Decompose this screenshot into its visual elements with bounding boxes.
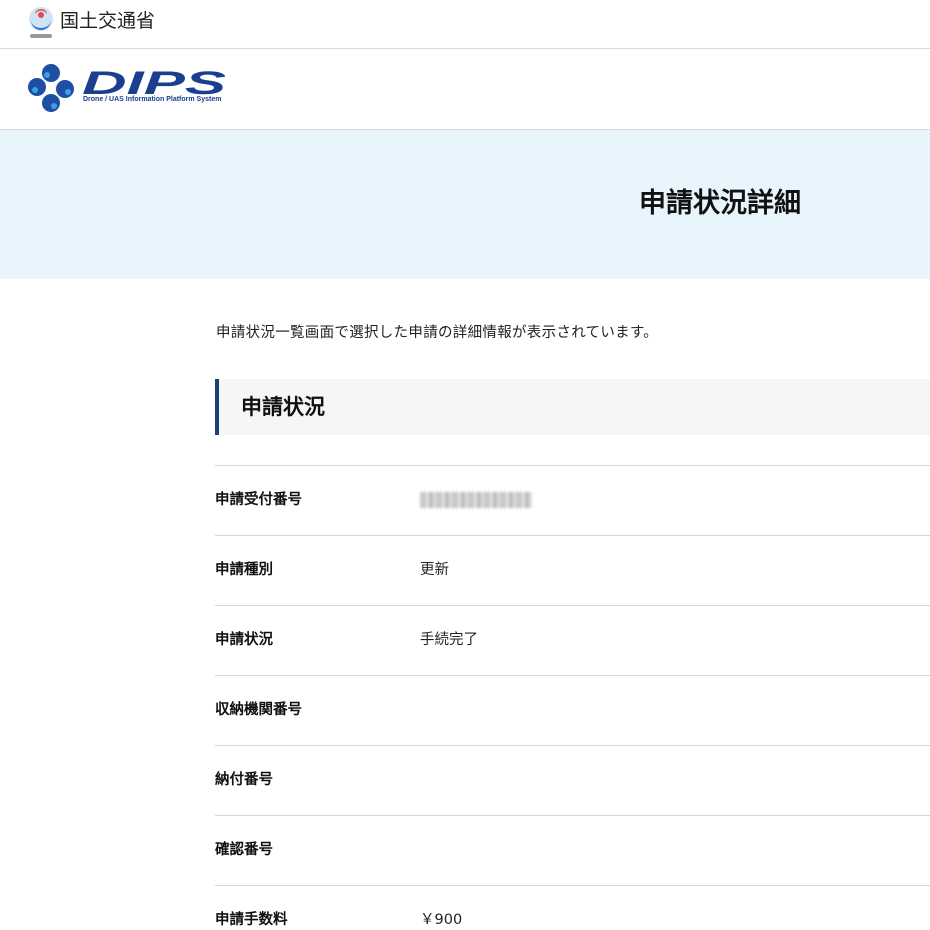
section-heading: 申請状況 [215,379,930,435]
detail-label: 申請状況 [215,632,273,648]
detail-label: 申請手数料 [215,912,288,928]
detail-label: 申請種別 [215,562,273,578]
ministry-name[interactable]: 国土交通省 [60,9,155,33]
ministry-bar: 国土交通省 [0,0,930,49]
intro-text: 申請状況一覧画面で選択した申請の詳細情報が表示されています。 [216,325,659,341]
detail-row-collection-agency-number: 収納機関番号 [215,675,930,745]
dips-tagline: Drone / UAS Information Platform System [83,96,222,103]
detail-row-confirmation-number: 確認番号 [215,815,930,885]
ministry-logo-icon[interactable] [26,6,56,40]
detail-value: 更新 [420,562,449,578]
detail-label: 納付番号 [215,772,273,788]
detail-label: 確認番号 [215,842,273,858]
detail-row-application-fee: 申請手数料 ￥900 [215,885,930,930]
section-heading-text: 申請状況 [241,395,325,419]
detail-row-application-number: 申請受付番号 [215,465,930,535]
page-title: 申請状況詳細 [639,188,801,219]
detail-row-application-type: 申請種別 更新 [215,535,930,605]
redacted-value [420,492,532,508]
detail-row-application-status: 申請状況 手続完了 [215,605,930,675]
detail-row-payment-number: 納付番号 [215,745,930,815]
detail-value: 手続完了 [420,632,478,648]
detail-label: 収納機関番号 [215,702,302,718]
dips-logo-icon[interactable] [26,63,76,115]
details-list: 申請受付番号 申請種別 更新 申請状況 手続完了 収納機関番号 納付番号 確認番… [215,465,930,930]
page: 国土交通省 DIPS Drone / UAS Information Platf… [0,0,930,930]
detail-label: 申請受付番号 [215,492,302,508]
dips-header: DIPS Drone / UAS Information Platform Sy… [0,49,930,130]
detail-value: ￥900 [420,912,463,928]
